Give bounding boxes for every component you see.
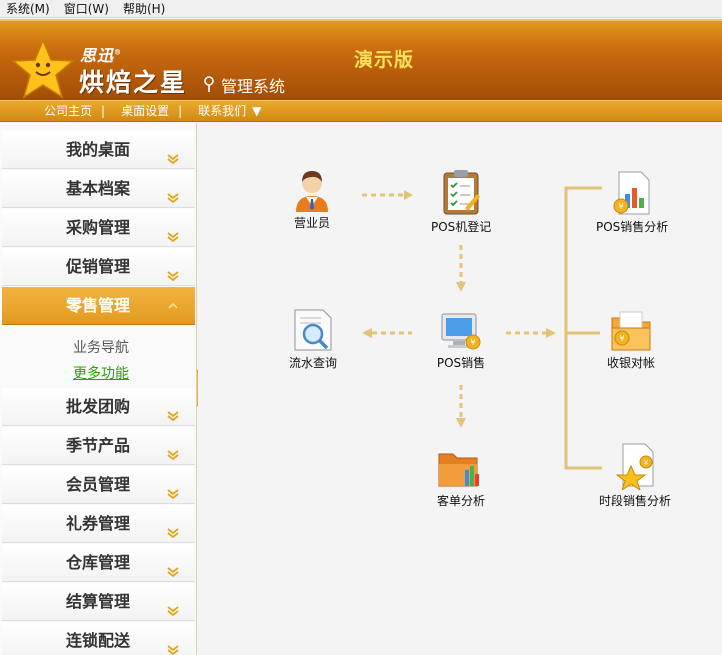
arrowhead-down xyxy=(456,418,466,428)
node-flow-query[interactable]: 流水查询 xyxy=(286,308,340,371)
node-period-sales-analysis[interactable]: ¥ 时段销售分析 xyxy=(596,442,674,509)
star-document-icon: ¥ xyxy=(615,443,654,490)
arrowhead-left xyxy=(362,328,372,338)
node-label: 流水查询 xyxy=(288,356,337,370)
node-label: POS销售分析 xyxy=(596,220,669,234)
node-label: 营业员 xyxy=(293,216,330,230)
node-order-analysis[interactable]: 客单分析 xyxy=(431,448,491,509)
arrowhead-down xyxy=(456,282,466,292)
node-cash-reconcile[interactable]: ¥ 收银对帐 xyxy=(603,308,659,371)
cash-folder-icon: ¥ xyxy=(611,311,651,351)
node-pos-register[interactable]: POS机登记 xyxy=(431,168,491,235)
node-label: POS销售 xyxy=(436,356,486,370)
svg-text:¥: ¥ xyxy=(618,202,623,211)
node-label: POS机登记 xyxy=(431,220,492,234)
node-label: 客单分析 xyxy=(436,494,485,508)
node-label: 收银对帐 xyxy=(606,356,655,370)
node-salesperson[interactable]: 营业员 xyxy=(286,168,338,231)
svg-text:¥: ¥ xyxy=(644,459,649,467)
clipboard-icon xyxy=(443,170,480,215)
node-pos-sales-analysis[interactable]: ¥ POS销售分析 xyxy=(596,170,668,235)
folder-chart-icon xyxy=(438,453,479,487)
svg-text:¥: ¥ xyxy=(470,338,475,347)
monitor-icon: ¥ xyxy=(441,313,481,350)
sales-report-icon: ¥ xyxy=(613,171,650,215)
node-pos-sales[interactable]: ¥ POS销售 xyxy=(434,308,488,371)
salesperson-icon xyxy=(296,171,328,212)
svg-text:¥: ¥ xyxy=(619,334,624,343)
magnifier-document-icon xyxy=(294,309,332,351)
node-label: 时段销售分析 xyxy=(598,494,671,508)
arrowhead-right xyxy=(546,328,556,338)
arrowhead-right xyxy=(404,190,413,200)
